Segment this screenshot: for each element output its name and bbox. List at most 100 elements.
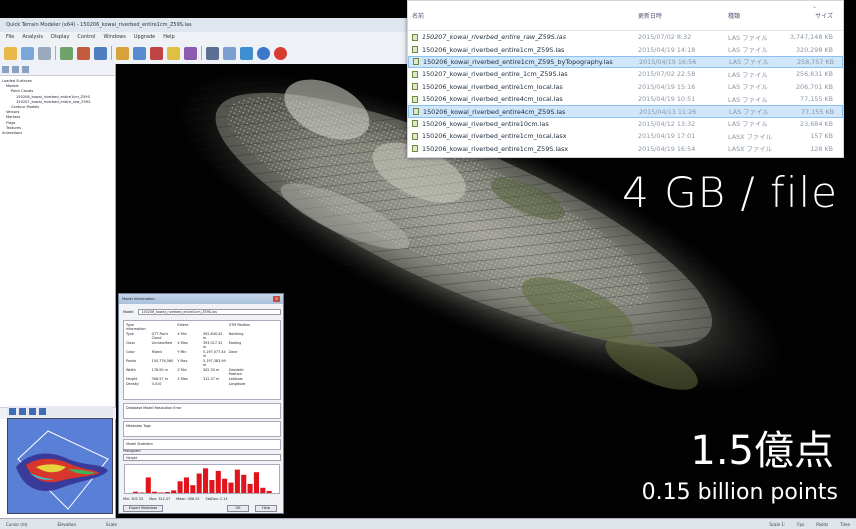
measure-icon[interactable] — [116, 46, 129, 60]
menu-file[interactable]: File — [6, 34, 14, 40]
status-bar: Cursor (m) Elevation Scale Scale 1: Fps … — [0, 518, 856, 529]
file-row[interactable]: 150206_kowai_riverbed_entire4cm_Z59S.las… — [408, 105, 843, 118]
profile-icon[interactable] — [133, 46, 146, 60]
column-size[interactable]: サイズ — [786, 11, 841, 20]
remove-icon[interactable] — [12, 66, 19, 73]
histogram-bar — [190, 485, 196, 493]
las-file-icon — [412, 120, 418, 128]
file-row[interactable]: 150206_kowai_riverbed_entire1cm_Z59S_byT… — [408, 55, 843, 69]
point-count-caption-en: 0.15 billion points — [641, 480, 838, 505]
histogram-bar — [133, 491, 139, 493]
sort-arrow-icon: ⌄ — [811, 3, 817, 10]
file-row[interactable]: 150206_kowai_riverbed_entire1cm_local.la… — [408, 130, 843, 142]
property-cell: Class — [126, 341, 135, 345]
info-icon[interactable] — [257, 46, 270, 60]
file-name: 150206_kowai_riverbed_entire1cm_Z59S_byT… — [423, 57, 613, 66]
property-cell: 312.37 m — [202, 377, 220, 381]
stat-max: Max: 312.37 — [149, 497, 171, 501]
open-folder-icon[interactable] — [4, 46, 17, 60]
las-file-icon — [412, 83, 418, 91]
terrain-icon[interactable] — [60, 46, 73, 60]
pan-icon[interactable] — [29, 408, 36, 415]
file-name-cell: 150206_kowai_riverbed_entire1cm_local.la… — [408, 132, 638, 140]
las-file-icon — [413, 58, 419, 66]
chart-icon[interactable] — [223, 46, 236, 60]
select-icon[interactable] — [94, 46, 107, 60]
file-row[interactable]: 150206_kowai_riverbed_entire1cm_Z59S.las… — [408, 143, 843, 155]
file-row[interactable]: 150206_kowai_riverbed_entire1cm_Z59S.las… — [408, 43, 843, 55]
las-file-icon — [412, 145, 418, 153]
file-row[interactable]: 150207_kowai_riverbed_entire_raw_Z59S.la… — [408, 31, 843, 43]
file-type-cell: LAS ファイル — [728, 120, 768, 129]
file-type-cell: LAS ファイル — [728, 70, 768, 79]
model-info-dialog: Model Information × Model: 150206_kowai_… — [118, 293, 284, 514]
property-cell: 5,197,077.44 m — [202, 350, 226, 358]
export-metadata-button[interactable]: Export Metadata — [123, 505, 163, 512]
file-explorer: 名前 更新日時 種類 サイズ ⌄ 150207_kowai_riverbed_e… — [407, 0, 844, 158]
column-type[interactable]: 種類 — [728, 11, 786, 20]
menu-bar: File Analysis Display Control Windows Up… — [0, 32, 410, 42]
cut-icon[interactable] — [77, 46, 90, 60]
property-cell: X Min — [177, 332, 187, 336]
property-cell: Height — [126, 377, 138, 381]
histogram-attribute-select[interactable]: Height — [123, 454, 281, 461]
overview-render — [8, 419, 112, 513]
metadata-label: Metadata Tags — [126, 424, 151, 428]
menu-display[interactable]: Display — [51, 34, 69, 40]
bookmark-icon[interactable] — [240, 46, 253, 60]
histogram-bar — [247, 483, 253, 493]
file-date-cell: 2015/04/19 17:01 — [638, 132, 696, 141]
help-button[interactable]: Help — [255, 505, 277, 512]
property-cell — [254, 350, 278, 358]
dialog-title: Model Information — [119, 294, 283, 304]
histogram-bar — [228, 482, 234, 493]
light-icon[interactable] — [167, 46, 180, 60]
home-icon[interactable] — [39, 408, 46, 415]
column-date[interactable]: 更新日時 — [638, 11, 728, 20]
grid-icon[interactable] — [206, 46, 219, 60]
menu-windows[interactable]: Windows — [104, 34, 126, 40]
print-icon[interactable] — [38, 46, 51, 60]
close-icon[interactable]: × — [273, 296, 280, 302]
resolution-section: Database Model Resolution Error — [123, 403, 281, 419]
flag-icon[interactable] — [184, 46, 197, 60]
tree-item[interactable]: Animations — [2, 131, 113, 136]
stat-min: Min: 302.33 — [123, 497, 144, 501]
explorer-header: 名前 更新日時 種類 サイズ ⌄ — [408, 1, 843, 31]
las-file-icon — [412, 95, 418, 103]
histogram-bar — [203, 468, 209, 493]
zoom-out-icon[interactable] — [19, 408, 26, 415]
overview-toolbar — [7, 406, 113, 417]
property-cell: UTM Position — [228, 323, 251, 327]
file-size-cell: 128 KB — [810, 144, 833, 153]
zoom-in-icon[interactable] — [9, 408, 16, 415]
file-row[interactable]: 150206_kowai_riverbed_entire10cm.las 2015… — [408, 118, 843, 130]
file-size-cell: 320,298 KB — [795, 45, 833, 54]
model-value[interactable]: 150206_kowai_riverbed_entire1cm_Z59S.las — [138, 309, 281, 315]
file-date-cell: 2015/04/19 10:51 — [638, 95, 696, 104]
column-name[interactable]: 名前 — [408, 11, 638, 20]
property-cell: Density — [126, 382, 139, 386]
menu-help[interactable]: Help — [163, 34, 174, 40]
ok-button[interactable]: OK — [227, 505, 249, 512]
property-cell — [177, 382, 201, 386]
file-row[interactable]: 150207_kowai_riverbed_entire_1cm_Z59S.la… — [408, 68, 843, 80]
file-row[interactable]: 150206_kowai_riverbed_entire1cm_local.la… — [408, 81, 843, 93]
menu-upgrade[interactable]: Upgrade — [134, 34, 155, 40]
add-icon[interactable] — [2, 66, 9, 73]
overview-map[interactable] — [7, 418, 113, 514]
file-row[interactable]: 150206_kowai_riverbed_entire4cm_local.la… — [408, 93, 843, 105]
property-cell: Width — [126, 368, 136, 372]
save-icon[interactable] — [21, 46, 34, 60]
marker-icon[interactable] — [150, 46, 163, 60]
stop-icon[interactable] — [274, 46, 287, 60]
menu-analysis[interactable]: Analysis — [22, 34, 43, 40]
las-file-icon — [412, 132, 418, 140]
histogram-bar — [266, 490, 272, 493]
file-type-cell: LAS ファイル — [728, 33, 768, 42]
window-title: Quick Terrain Modeler (x64) - 150206_kow… — [0, 18, 410, 32]
file-name-cell: 150207_kowai_riverbed_entire_1cm_Z59S.la… — [408, 70, 638, 78]
menu-control[interactable]: Control — [77, 34, 95, 40]
refresh-icon[interactable] — [22, 66, 29, 73]
las-file-icon — [413, 108, 419, 116]
